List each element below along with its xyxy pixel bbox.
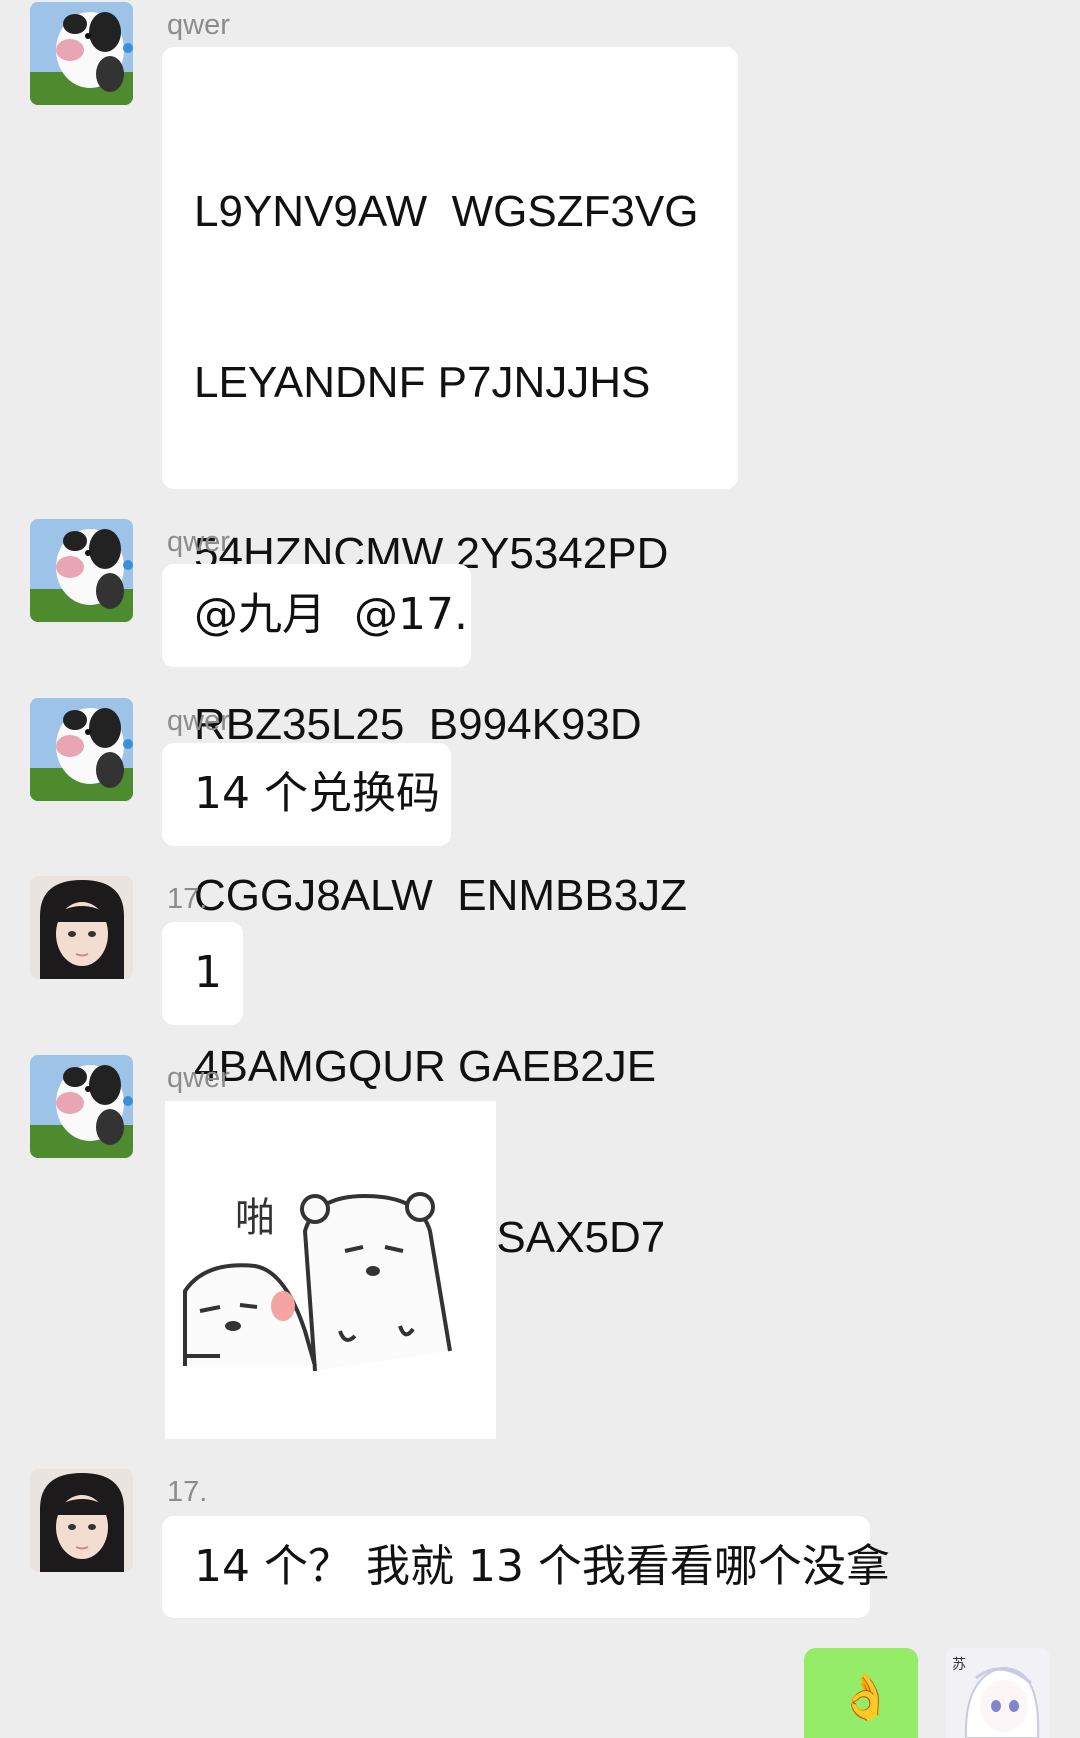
code-line: LEYANDNF P7JNJJHS <box>194 358 651 407</box>
sender-name: qwer <box>167 1062 230 1094</box>
sticker-caption: 啪 <box>235 1195 275 1241</box>
message-bubble[interactable]: L9YNV9AW WGSZF3VG LEYANDNF P7JNJJHS 54HZ… <box>162 47 738 1262</box>
cow-avatar[interactable] <box>30 1055 133 1158</box>
avatar-character: 苏 <box>952 1657 966 1673</box>
my-avatar[interactable]: 苏 <box>946 1648 1049 1738</box>
message-bubble[interactable]: 14 个兑换码 <box>162 743 451 846</box>
girl-avatar[interactable] <box>30 876 133 979</box>
sender-name: qwer <box>167 526 230 558</box>
sender-name: qwer <box>167 9 230 41</box>
cow-avatar[interactable] <box>30 2 133 105</box>
sender-name: 17. <box>167 1476 208 1508</box>
message-bubble[interactable]: 1 <box>162 922 243 1025</box>
code-line: L9YNV9AW WGSZF3VG <box>194 187 699 236</box>
bear-sticker[interactable]: 啪 <box>165 1101 496 1439</box>
cow-avatar[interactable] <box>30 519 133 622</box>
girl-avatar[interactable] <box>30 1469 133 1572</box>
cow-avatar[interactable] <box>30 698 133 801</box>
code-line: 4BAMGQUR GAEB2JE <box>194 1042 657 1091</box>
code-line: CGGJ8ALW ENMBB3JZ <box>194 871 688 920</box>
ok-hand-emoji: 👌 <box>838 1672 893 1723</box>
my-message-bubble[interactable]: 👌 <box>804 1648 918 1738</box>
sender-name: qwer <box>167 705 230 737</box>
sender-name: 17. <box>167 883 208 915</box>
message-bubble[interactable]: 14 个？ 我就 13 个我看看哪个没拿 <box>162 1516 890 1618</box>
message-bubble[interactable]: @九月 @17. <box>162 564 471 667</box>
